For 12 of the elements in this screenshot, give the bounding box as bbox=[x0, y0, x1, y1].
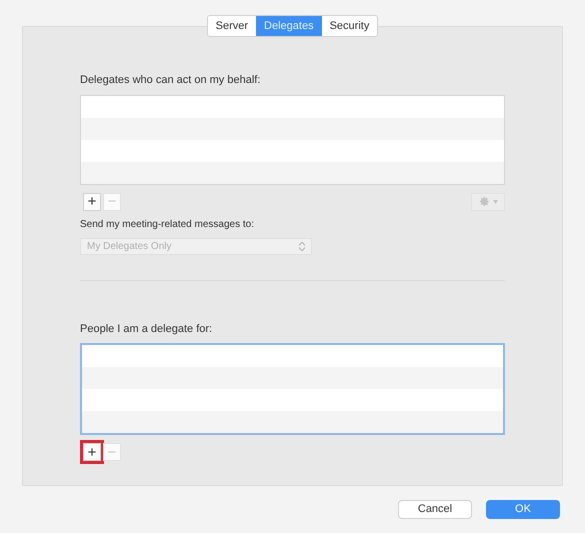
cancel-button[interactable]: Cancel bbox=[398, 500, 472, 519]
caret-icon bbox=[492, 200, 498, 204]
list-box[interactable] bbox=[80, 343, 505, 435]
stepper-arrows-icon bbox=[299, 242, 305, 250]
list-button[interactable]: + bbox=[83, 192, 101, 210]
send-messages-label: Send my meeting-related messages to: bbox=[80, 218, 255, 232]
section-label: People I am a delegate for: bbox=[80, 322, 214, 336]
action-menu-button[interactable] bbox=[471, 192, 505, 210]
list-box[interactable] bbox=[80, 94, 505, 184]
section-label: Delegates who can act on my behalf: bbox=[80, 73, 262, 88]
highlighted-add-button[interactable]: + bbox=[83, 443, 101, 461]
gear-icon bbox=[478, 196, 490, 207]
